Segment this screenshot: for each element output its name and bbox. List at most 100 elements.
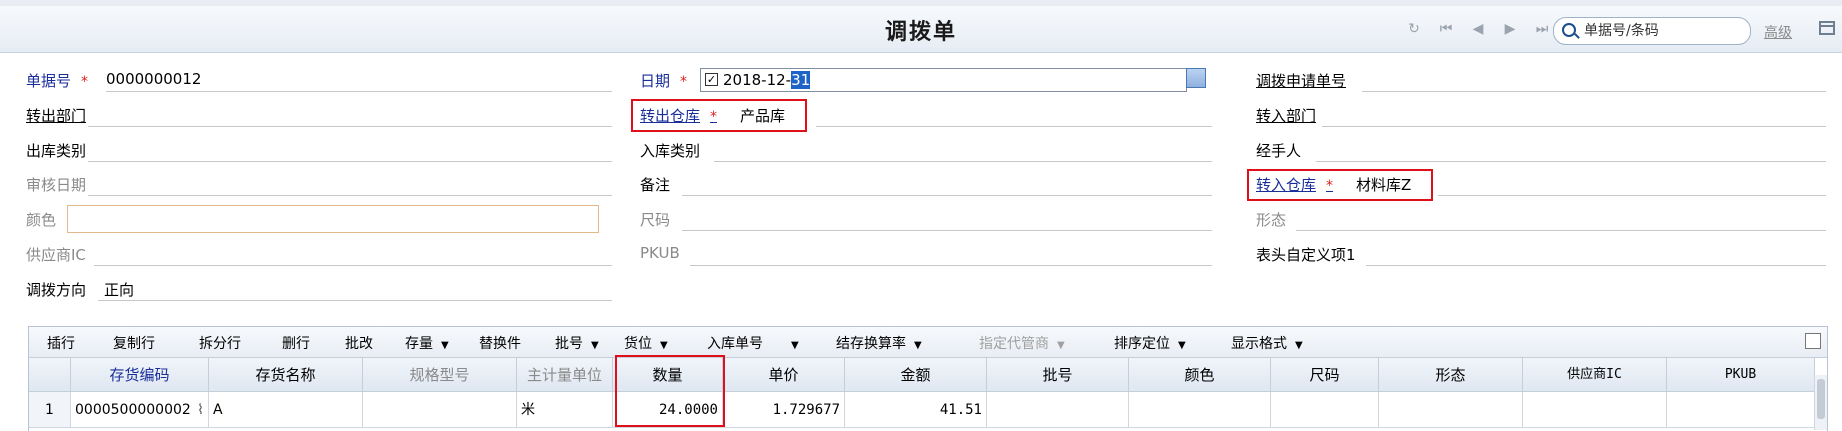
search-box[interactable] (1553, 17, 1751, 45)
remark-label: 备注 (640, 176, 671, 194)
paperclip-icon[interactable]: ⌇ (197, 392, 204, 427)
title-bar: 调拨单 ↻ ⏮ ◀ ▶ ⏭ 高级 (0, 6, 1842, 53)
column-header[interactable]: 颜色 (1129, 358, 1271, 392)
doc-no-value[interactable]: 0000000012 (106, 70, 201, 88)
date-value-selected: 31 (791, 71, 811, 89)
color-label: 颜色 (26, 211, 57, 229)
date-label: 日期 (640, 72, 671, 90)
handler-label: 经手人 (1256, 142, 1302, 160)
search-input[interactable] (1582, 21, 1746, 41)
required-mark: * (680, 74, 688, 90)
color-input[interactable] (67, 205, 599, 233)
cell-code[interactable]: 0000500000002 ⌇ (71, 392, 209, 428)
calendar-icon[interactable] (1186, 68, 1206, 88)
cell-size[interactable] (1271, 392, 1379, 428)
expand-icon[interactable] (1805, 333, 1821, 349)
field-remark: 备注 (640, 170, 1212, 196)
column-header[interactable]: 形态 (1379, 358, 1523, 392)
chevron-down-icon: ▼ (914, 340, 922, 351)
conversion-dropdown[interactable]: 结存换算率 ▼ (836, 333, 922, 353)
display-format-dropdown[interactable]: 显示格式 ▼ (1231, 333, 1303, 353)
cell-batch[interactable] (987, 392, 1129, 428)
prev-page-icon[interactable]: ◀ (1469, 21, 1487, 37)
scrollbar-thumb[interactable] (1817, 379, 1825, 419)
detail-grid: 插行 复制行 拆分行 删行 批改 存量 ▼ 替换件 批号 ▼ 货位 ▼ 入库单号 ▼ 结… (28, 326, 1828, 431)
advanced-search-link[interactable]: 高级 (1764, 22, 1792, 42)
field-supplier-ic: 供应商IC (26, 240, 612, 266)
split-row-button[interactable]: 拆分行 (199, 333, 241, 353)
column-header[interactable]: 尺码 (1271, 358, 1379, 392)
search-icon (1562, 23, 1576, 37)
row-number-header (29, 358, 71, 392)
field-out-type: 出库类别 (26, 136, 612, 162)
layout-icon[interactable] (1819, 21, 1835, 35)
supplier-ic-label: 供应商IC (26, 246, 86, 264)
cell-name[interactable]: A (209, 392, 363, 428)
date-checkbox[interactable]: ✓ (705, 73, 718, 86)
replace-button[interactable]: 替换件 (479, 333, 521, 353)
pkub-label: PKUB (640, 244, 680, 262)
field-out-dept: 转出部门 (26, 101, 612, 127)
required-mark: * (81, 74, 89, 90)
stock-dropdown[interactable]: 存量 ▼ (405, 333, 449, 353)
cell-state[interactable] (1379, 392, 1523, 428)
batch-edit-button[interactable]: 批改 (345, 333, 373, 353)
column-header[interactable]: 供应商IC (1523, 358, 1667, 392)
agent-dropdown[interactable]: 指定代管商 ▼ (979, 333, 1065, 353)
column-header[interactable]: 存货编码 (71, 358, 209, 392)
column-header[interactable]: 金额 (845, 358, 987, 392)
chevron-down-icon: ▼ (1178, 340, 1186, 351)
in-dept-label[interactable]: 转入部门 (1256, 105, 1316, 126)
batch-no-dropdown[interactable]: 批号 ▼ (555, 333, 599, 353)
field-audit-date: 审核日期 (26, 170, 612, 196)
column-header[interactable]: 规格型号 (363, 358, 517, 392)
direction-value[interactable]: 正向 (104, 279, 134, 300)
next-page-icon[interactable]: ▶ (1501, 21, 1519, 37)
cell-supplier[interactable] (1523, 392, 1667, 428)
in-type-label: 入库类别 (640, 142, 701, 160)
highlight-qty-column (615, 355, 725, 427)
cell-spec[interactable] (363, 392, 517, 428)
cell-pkub[interactable] (1667, 392, 1815, 428)
transfer-request-no-label[interactable]: 调拨申请单号 (1256, 70, 1346, 91)
location-dropdown[interactable]: 货位 ▼ (624, 333, 668, 353)
header-custom1-label: 表头自定义项1 (1256, 246, 1356, 264)
delete-row-button[interactable]: 删行 (282, 333, 310, 353)
record-navigation: ↻ ⏮ ◀ ▶ ⏭ (1405, 21, 1551, 37)
out-dept-label[interactable]: 转出部门 (26, 105, 86, 126)
first-page-icon[interactable]: ⏮ (1437, 21, 1455, 37)
column-header[interactable]: PKUB (1667, 358, 1815, 392)
date-input[interactable]: ✓ 2018-12-31 (700, 68, 1187, 92)
grid-toolbar: 插行 复制行 拆分行 删行 批改 存量 ▼ 替换件 批号 ▼ 货位 ▼ 入库单号 ▼ 结… (29, 327, 1827, 358)
chevron-down-icon: ▼ (660, 340, 668, 351)
insert-row-button[interactable]: 插行 (47, 333, 75, 353)
field-form-state: 形态 (1256, 205, 1826, 231)
column-header[interactable]: 单价 (723, 358, 845, 392)
cell-unit[interactable]: 米 (517, 392, 613, 428)
copy-row-button[interactable]: 复制行 (113, 333, 155, 353)
field-doc-no: 单据号 * 0000000012 (26, 66, 612, 92)
out-type-label: 出库类别 (26, 142, 87, 160)
field-header-custom1: 表头自定义项1 (1256, 240, 1826, 266)
field-size: 尺码 (640, 205, 1212, 231)
row-number[interactable]: 1 (29, 392, 71, 428)
cell-price[interactable]: 1.729677 (723, 392, 845, 428)
chevron-down-icon: ▼ (591, 340, 599, 351)
chevron-down-icon: ▼ (1057, 340, 1065, 351)
last-page-icon[interactable]: ⏭ (1533, 21, 1551, 37)
refresh-icon[interactable]: ↻ (1405, 21, 1423, 37)
highlight-in-warehouse (1247, 169, 1433, 201)
cell-color[interactable] (1129, 392, 1271, 428)
field-transfer-request-no: 调拨申请单号 (1256, 66, 1826, 92)
column-header[interactable]: 主计量单位 (517, 358, 613, 392)
cell-amount[interactable]: 41.51 (845, 392, 987, 428)
column-header[interactable]: 存货名称 (209, 358, 363, 392)
in-doc-no-dropdown[interactable]: 入库单号 ▼ (707, 333, 799, 353)
chevron-down-icon: ▼ (441, 340, 449, 351)
form-state-label: 形态 (1256, 211, 1287, 229)
field-handler: 经手人 (1256, 136, 1826, 162)
column-header[interactable]: 批号 (987, 358, 1129, 392)
chevron-down-icon: ▼ (791, 340, 799, 351)
sort-locate-dropdown[interactable]: 排序定位 ▼ (1114, 333, 1186, 353)
grid-scrollbar[interactable] (1814, 375, 1827, 430)
